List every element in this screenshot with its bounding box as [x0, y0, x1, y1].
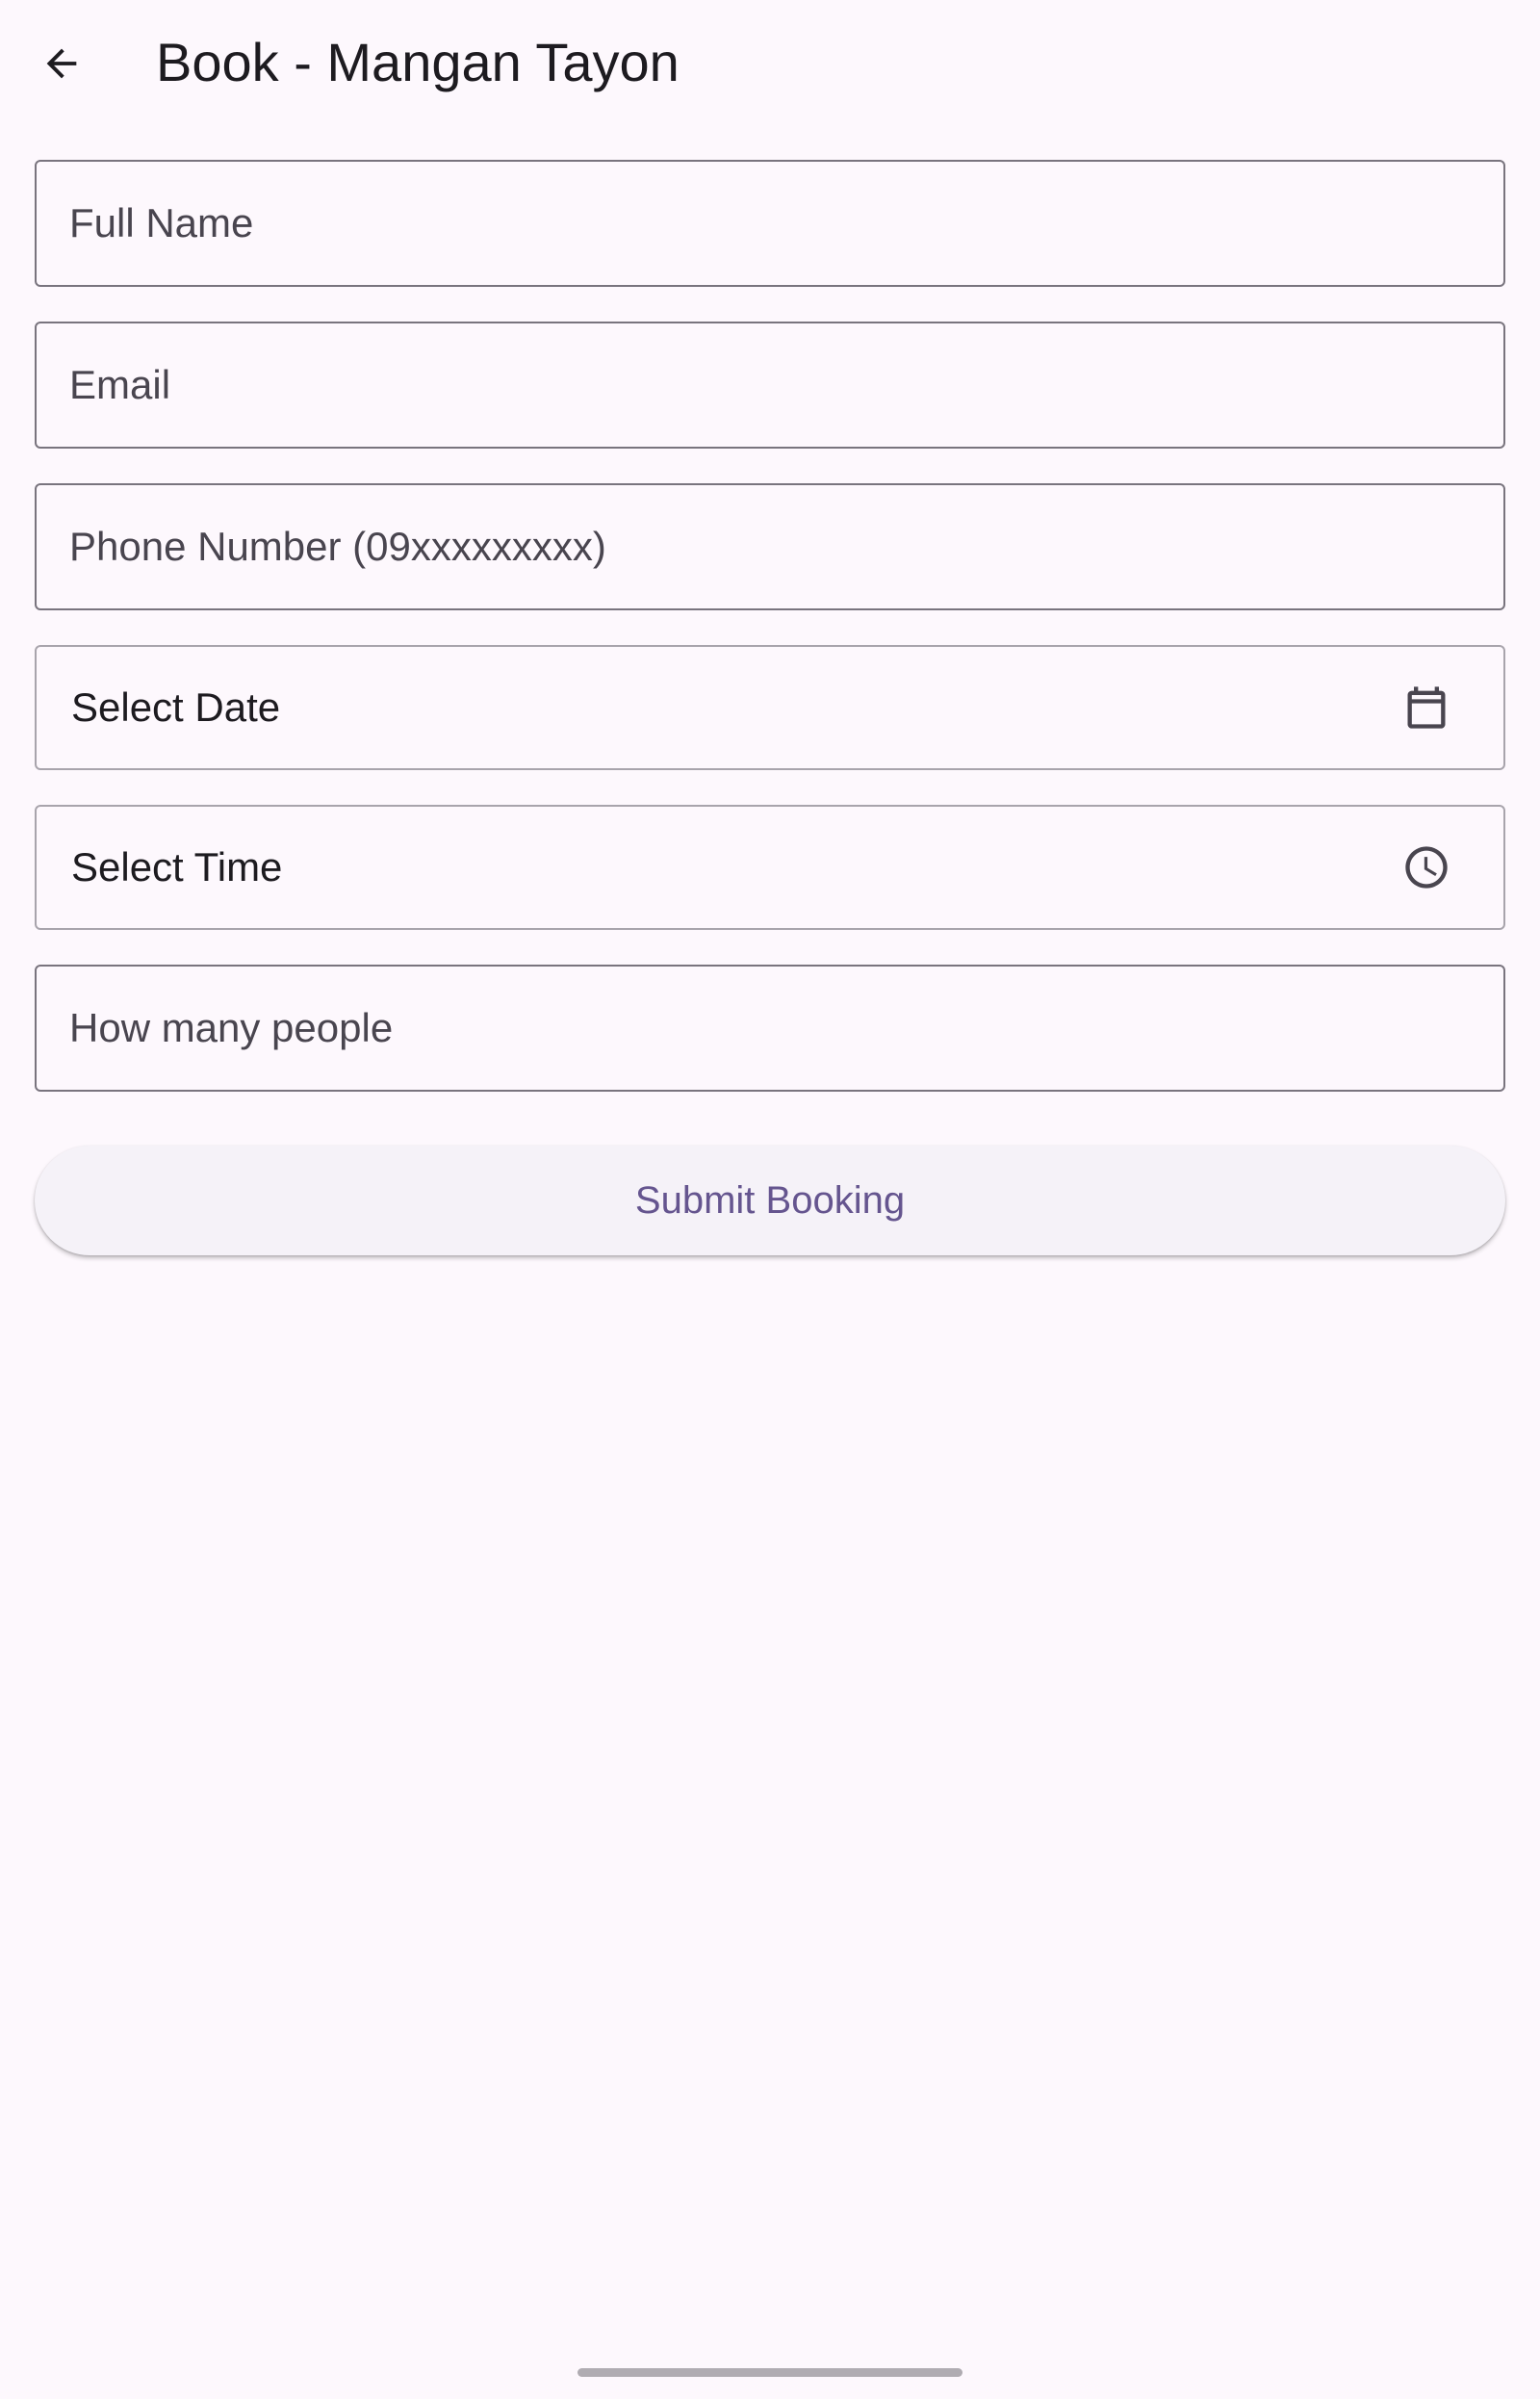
- time-picker-label: Select Time: [71, 844, 283, 890]
- app-bar: Book - Mangan Tayon: [0, 0, 1540, 129]
- phone-field-container: [35, 483, 1505, 610]
- date-picker-label: Select Date: [71, 684, 281, 730]
- full-name-field-container: [35, 160, 1505, 287]
- full-name-input[interactable]: [37, 162, 1503, 285]
- time-picker-field[interactable]: Select Time: [35, 805, 1505, 930]
- clock-icon[interactable]: [1399, 840, 1453, 894]
- page-title: Book - Mangan Tayon: [156, 32, 680, 92]
- email-input[interactable]: [37, 323, 1503, 447]
- home-indicator[interactable]: [578, 2368, 962, 2377]
- submit-booking-button[interactable]: Submit Booking: [35, 1146, 1505, 1255]
- booking-form: Select Date Select Time: [35, 160, 1505, 1126]
- date-picker-field[interactable]: Select Date: [35, 645, 1505, 770]
- calendar-icon[interactable]: [1399, 681, 1453, 735]
- people-field-container: [35, 965, 1505, 1092]
- booking-screen: Book - Mangan Tayon Select Date Select T…: [0, 0, 1540, 2399]
- arrow-back-icon: [46, 48, 77, 79]
- back-button[interactable]: [23, 23, 100, 104]
- email-field-container: [35, 322, 1505, 449]
- people-count-input[interactable]: [37, 967, 1503, 1090]
- phone-input[interactable]: [37, 485, 1503, 608]
